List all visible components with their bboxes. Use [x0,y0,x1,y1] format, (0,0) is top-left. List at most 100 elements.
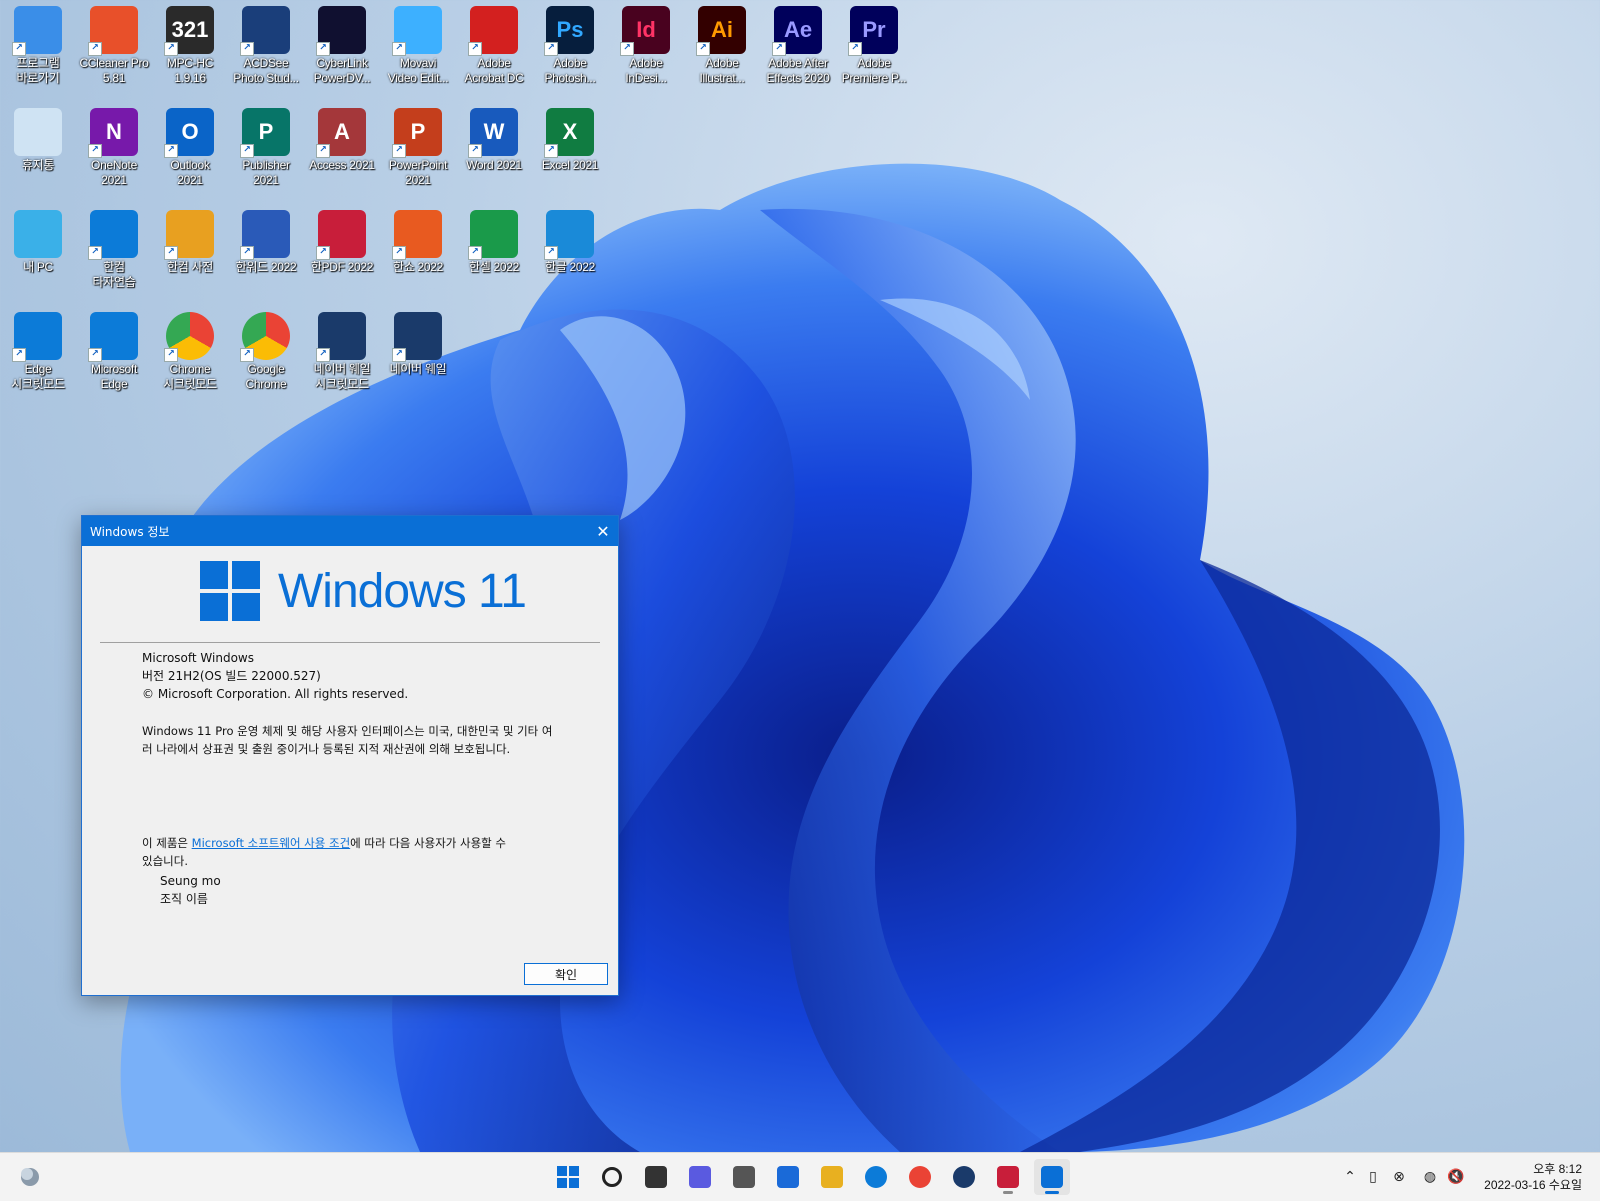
desktop-icon[interactable]: 휴지통 [0,102,76,198]
widgets-button[interactable] [12,1159,48,1195]
desktop-icon[interactable]: ↗ 네이버 웨일 [380,306,456,402]
word-icon: W ↗ [468,108,518,158]
desktop-icon-label: Excel 2021 [541,158,599,172]
volume-button[interactable]: 🔇 [1446,1167,1466,1187]
desktop-icon[interactable]: Id ↗ Adobe InDesi... [608,0,684,96]
app-button[interactable] [990,1159,1026,1195]
desktop-icon[interactable]: N ↗ OneNote 2021 [76,102,152,198]
desktop-icon[interactable]: O ↗ Outlook 2021 [152,102,228,198]
shortcut-arrow-icon: ↗ [544,246,558,260]
desktop-icon[interactable]: ↗ 한컴 사전 [152,204,228,300]
desktop-icon[interactable]: 321 ↗ MPC-HC 1.9.16 [152,0,228,96]
desktop-icon[interactable]: ↗ CCleaner Pro 5.81 [76,0,152,96]
desktop-icon-label: 휴지통 [21,158,55,172]
desktop-icon[interactable]: ↗ 네이버 웨일 시크릿모드 [304,306,380,402]
shortcut-arrow-icon: ↗ [164,246,178,260]
desktop-icon-label: 네이버 웨일 [389,362,447,376]
usb-tray-button[interactable]: ▯ [1363,1167,1383,1187]
store-button[interactable] [770,1159,806,1195]
desktop-icon[interactable]: ↗ 한PDF 2022 [304,204,380,300]
shortcut-arrow-icon: ↗ [88,144,102,158]
desktop-icon-label: 한쇼 2022 [392,260,443,274]
shortcut-arrow-icon: ↗ [164,42,178,56]
whale-button[interactable] [946,1159,982,1195]
desktop-icon[interactable]: X ↗ Excel 2021 [532,102,608,198]
ok-button[interactable]: 확인 [524,963,608,985]
icon-glyph-text: 321 [171,17,209,42]
desktop-icon[interactable]: 내 PC [0,204,76,300]
desktop-icon[interactable]: Ai ↗ Adobe Illustrat... [684,0,760,96]
windows-logo-icon [557,1166,579,1188]
desktop-icon[interactable]: Ae ↗ Adobe After Effects 2020 [760,0,836,96]
desktop-icon[interactable]: ↗ 한컴 타자연습 [76,204,152,300]
store-icon [777,1166,799,1188]
dialog-titlebar[interactable]: Windows 정보 ✕ [82,516,618,546]
taskbar: ⌃ ▯ ⊗ ◍ 🔇 오후 8:12 2022-03-16 수요일 [0,1152,1600,1201]
outlook-icon: O ↗ [164,108,214,158]
desktop-icon[interactable]: W ↗ Word 2021 [456,102,532,198]
onenote-icon: N ↗ [88,108,138,158]
desktop-icon[interactable]: P ↗ PowerPoint 2021 [380,102,456,198]
winver-button[interactable] [1034,1159,1070,1195]
search-button[interactable] [594,1159,630,1195]
acrobat-icon: ↗ [468,6,518,56]
desktop-icon[interactable]: ↗ 프로그램 바로가기 [0,0,76,96]
desktop-icon[interactable]: A ↗ Access 2021 [304,102,380,198]
desktop-icon[interactable]: ↗ Edge 시크릿모드 [0,306,76,402]
shortcut-arrow-icon: ↗ [88,348,102,362]
shortcut-arrow-icon: ↗ [88,42,102,56]
icon-glyph-text: P [258,119,274,144]
desktop-icon-label: Microsoft Edge [91,362,137,391]
desktop-icon-label: Publisher 2021 [242,158,290,187]
chrome-icon [909,1166,931,1188]
clock-date: 2022-03-16 수요일 [1484,1178,1582,1192]
desktop-icon[interactable]: P ↗ Publisher 2021 [228,102,304,198]
movavi-icon: ↗ [392,6,442,56]
license-text: 이 제품은 Microsoft 소프트웨어 사용 조건에 따라 다음 사용자가 … [142,834,512,870]
desktop-icon[interactable]: ↗ ACDSee Photo Stud... [228,0,304,96]
desktop-icon-label: MPC-HC 1.9.16 [166,56,214,85]
shortcut-arrow-icon: ↗ [468,246,482,260]
desktop-icon-label: 한셀 2022 [468,260,519,274]
hanpdf-icon: ↗ [316,210,366,260]
illustrator-icon: Ai ↗ [696,6,746,56]
desktop-icon[interactable]: Pr ↗ Adobe Premiere P... [836,0,912,96]
start-button[interactable] [550,1159,586,1195]
shortcut-arrow-icon: ↗ [392,246,406,260]
desktop-icon[interactable]: Ps ↗ Adobe Photosh... [532,0,608,96]
desktop-icon[interactable]: ↗ Movavi Video Edit... [380,0,456,96]
desktop-icon[interactable]: ↗ CyberLink PowerDV... [304,0,380,96]
desktop-icon-label: OneNote 2021 [91,158,137,187]
desktop-icon-label: Movavi Video Edit... [387,56,449,85]
recycle-bin-icon [14,108,62,156]
windows-logo-icon [200,561,260,621]
chrome-button[interactable] [902,1159,938,1195]
tray-app-button[interactable]: ⊗ [1389,1167,1409,1187]
desktop-icon[interactable]: ↗ 한글 2022 [532,204,608,300]
desktop-icon-label: Access 2021 [309,158,375,172]
network-button[interactable]: ◍ [1420,1167,1440,1187]
edge-button[interactable] [858,1159,894,1195]
chat-button[interactable] [682,1159,718,1195]
show-hidden-icons-button[interactable]: ⌃ [1340,1167,1360,1187]
close-button[interactable]: ✕ [588,516,618,546]
desktop-icon[interactable]: ↗ Microsoft Edge [76,306,152,402]
desktop-icon[interactable]: ↗ 한셀 2022 [456,204,532,300]
desktop-icon[interactable]: ↗ Chrome 시크릿모드 [152,306,228,402]
icon-glyph-text: Ae [783,17,813,42]
edge-icon: ↗ [88,210,138,260]
clock[interactable]: 오후 8:12 2022-03-16 수요일 [1484,1161,1582,1193]
desktop-icon[interactable]: ↗ 한쇼 2022 [380,204,456,300]
desktop-icon[interactable]: ↗ 한워드 2022 [228,204,304,300]
file-explorer-button[interactable] [814,1159,850,1195]
shortcut-arrow-icon: ↗ [12,42,26,56]
icon-glyph-text: Id [636,17,656,42]
desktop-icon[interactable]: ↗ Adobe Acrobat DC [456,0,532,96]
shortcut-arrow-icon: ↗ [316,246,330,260]
excel-icon: X ↗ [544,108,594,158]
license-terms-link[interactable]: Microsoft 소프트웨어 사용 조건 [192,836,351,850]
desktop-icon[interactable]: ↗ Google Chrome [228,306,304,402]
settings-button[interactable] [726,1159,762,1195]
photoshop-icon: Ps ↗ [544,6,594,56]
task-view-button[interactable] [638,1159,674,1195]
